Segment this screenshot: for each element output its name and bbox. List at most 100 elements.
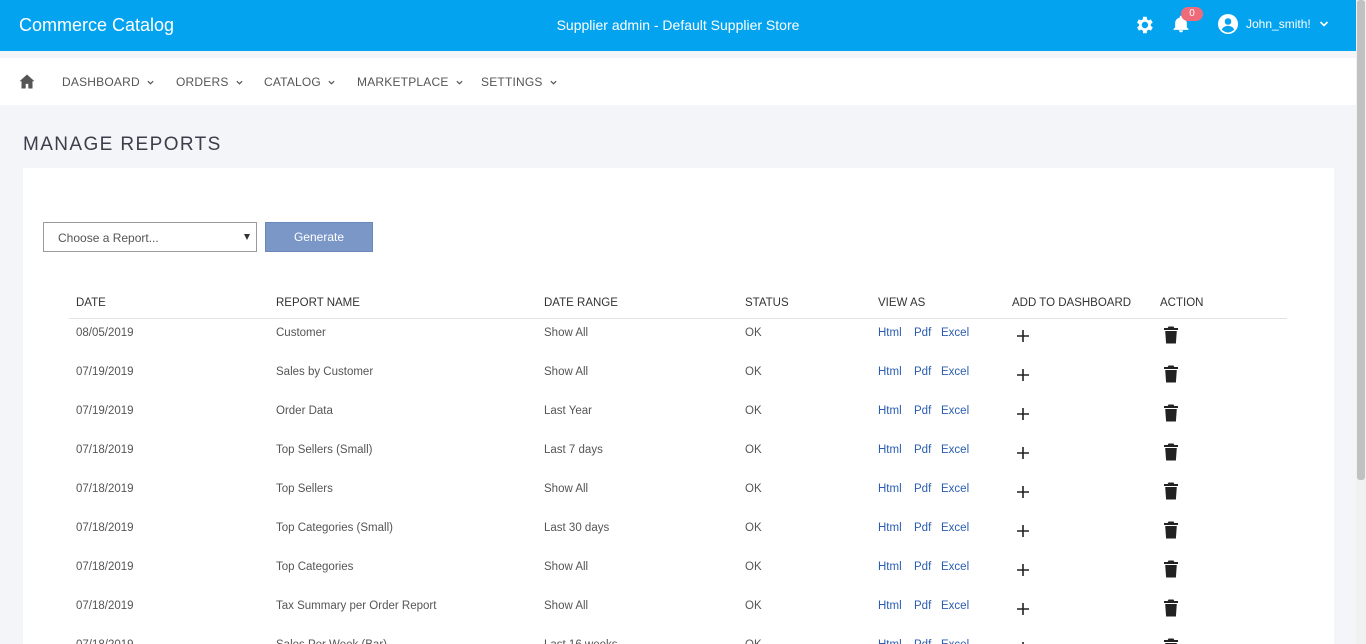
trash-icon[interactable]: [1164, 326, 1178, 344]
nav-catalog[interactable]: CATALOG: [264, 75, 335, 89]
trash-icon[interactable]: [1164, 365, 1178, 383]
nav-dashboard[interactable]: DASHBOARD: [62, 75, 154, 89]
row-status: OK: [745, 483, 762, 495]
trash-icon[interactable]: [1164, 443, 1178, 461]
col-header-date: DATE: [76, 297, 106, 309]
row-date-range: Show All: [544, 327, 589, 339]
view-excel-link[interactable]: Excel: [941, 639, 969, 644]
trash-icon[interactable]: [1164, 482, 1178, 500]
row-date-range: Last 30 days: [544, 522, 610, 534]
user-name: John_smith!: [1246, 17, 1311, 31]
view-pdf-link[interactable]: Pdf: [914, 327, 931, 339]
main-nav: DASHBOARD ORDERS CATALOG MARKETPLACE SET…: [0, 58, 1356, 105]
row-status: OK: [745, 327, 762, 339]
page-scrollbar-thumb[interactable]: [1357, 0, 1365, 480]
view-excel-link[interactable]: Excel: [941, 561, 969, 573]
view-pdf-link[interactable]: Pdf: [914, 405, 931, 417]
view-html-link[interactable]: Html: [878, 483, 902, 495]
view-html-link[interactable]: Html: [878, 366, 902, 378]
view-pdf-link[interactable]: Pdf: [914, 483, 931, 495]
col-header-view-as: VIEW AS: [878, 297, 926, 309]
trash-icon[interactable]: [1164, 599, 1178, 617]
row-date: 07/18/2019: [76, 561, 134, 573]
col-header-status: STATUS: [745, 297, 789, 309]
view-html-link[interactable]: Html: [878, 561, 902, 573]
add-to-dashboard-icon[interactable]: [1016, 329, 1030, 343]
nav-orders-label: ORDERS: [176, 75, 229, 89]
row-date: 07/18/2019: [76, 444, 134, 456]
view-excel-link[interactable]: Excel: [941, 444, 969, 456]
add-to-dashboard-icon[interactable]: [1016, 602, 1030, 616]
row-status: OK: [745, 366, 762, 378]
generate-button[interactable]: Generate: [265, 222, 373, 252]
view-html-link[interactable]: Html: [878, 522, 902, 534]
row-date-range: Last Year: [544, 405, 592, 417]
row-report-name: Top Sellers (Small): [276, 444, 373, 456]
user-menu[interactable]: John_smith!: [1218, 13, 1329, 35]
row-report-name: Tax Summary per Order Report: [276, 600, 437, 612]
add-to-dashboard-icon[interactable]: [1016, 524, 1030, 538]
view-excel-link[interactable]: Excel: [941, 366, 969, 378]
view-html-link[interactable]: Html: [878, 405, 902, 417]
chevron-down-icon: [456, 80, 463, 85]
trash-icon[interactable]: [1164, 404, 1178, 422]
trash-icon[interactable]: [1164, 560, 1178, 578]
row-report-name: Customer: [276, 327, 326, 339]
trash-icon[interactable]: [1164, 521, 1178, 539]
row-status: OK: [745, 444, 762, 456]
trash-icon[interactable]: [1164, 638, 1178, 644]
row-date: 07/18/2019: [76, 600, 134, 612]
row-status: OK: [745, 522, 762, 534]
view-pdf-link[interactable]: Pdf: [914, 639, 931, 644]
chevron-down-icon: [147, 80, 154, 85]
row-date-range: Show All: [544, 561, 589, 573]
gear-icon[interactable]: [1133, 14, 1155, 36]
row-report-name: Sales by Customer: [276, 366, 374, 378]
nav-dashboard-label: DASHBOARD: [62, 75, 140, 89]
chevron-down-icon: [328, 80, 335, 85]
nav-settings[interactable]: SETTINGS: [481, 75, 557, 89]
row-date-range: Show All: [544, 366, 589, 378]
add-to-dashboard-icon[interactable]: [1016, 407, 1030, 421]
row-date: 08/05/2019: [76, 327, 134, 339]
nav-marketplace[interactable]: MARKETPLACE: [357, 75, 463, 89]
row-report-name: Top Categories (Small): [276, 522, 393, 534]
row-date-range: Show All: [544, 600, 589, 612]
view-excel-link[interactable]: Excel: [941, 327, 969, 339]
report-select[interactable]: Choose a Report...: [43, 222, 257, 252]
view-html-link[interactable]: Html: [878, 600, 902, 612]
nav-marketplace-label: MARKETPLACE: [357, 75, 449, 89]
row-date: 07/18/2019: [76, 522, 134, 534]
add-to-dashboard-icon[interactable]: [1016, 368, 1030, 382]
col-header-date-range: DATE RANGE: [544, 297, 618, 309]
add-to-dashboard-icon[interactable]: [1016, 446, 1030, 460]
view-html-link[interactable]: Html: [878, 327, 902, 339]
caret-down-icon: [244, 234, 250, 240]
col-header-action: ACTION: [1160, 297, 1204, 309]
view-pdf-link[interactable]: Pdf: [914, 561, 931, 573]
view-excel-link[interactable]: Excel: [941, 405, 969, 417]
row-date-range: Last 16 weeks: [544, 639, 618, 644]
row-report-name: Order Data: [276, 405, 333, 417]
chevron-down-icon: [1319, 21, 1328, 27]
notification-badge[interactable]: 0: [1181, 7, 1203, 21]
home-icon[interactable]: [19, 74, 35, 89]
row-date: 07/19/2019: [76, 405, 134, 417]
view-pdf-link[interactable]: Pdf: [914, 600, 931, 612]
view-pdf-link[interactable]: Pdf: [914, 366, 931, 378]
view-html-link[interactable]: Html: [878, 444, 902, 456]
view-pdf-link[interactable]: Pdf: [914, 522, 931, 534]
view-pdf-link[interactable]: Pdf: [914, 444, 931, 456]
user-avatar-icon: [1218, 14, 1238, 34]
add-to-dashboard-icon[interactable]: [1016, 485, 1030, 499]
chevron-down-icon: [235, 80, 243, 85]
report-select-value: Choose a Report...: [58, 231, 159, 245]
nav-orders[interactable]: ORDERS: [176, 75, 243, 89]
view-excel-link[interactable]: Excel: [941, 483, 969, 495]
row-report-name: Top Sellers: [276, 483, 333, 495]
view-excel-link[interactable]: Excel: [941, 522, 969, 534]
view-html-link[interactable]: Html: [878, 639, 902, 644]
col-header-report-name: REPORT NAME: [276, 297, 360, 309]
add-to-dashboard-icon[interactable]: [1016, 563, 1030, 577]
view-excel-link[interactable]: Excel: [941, 600, 969, 612]
